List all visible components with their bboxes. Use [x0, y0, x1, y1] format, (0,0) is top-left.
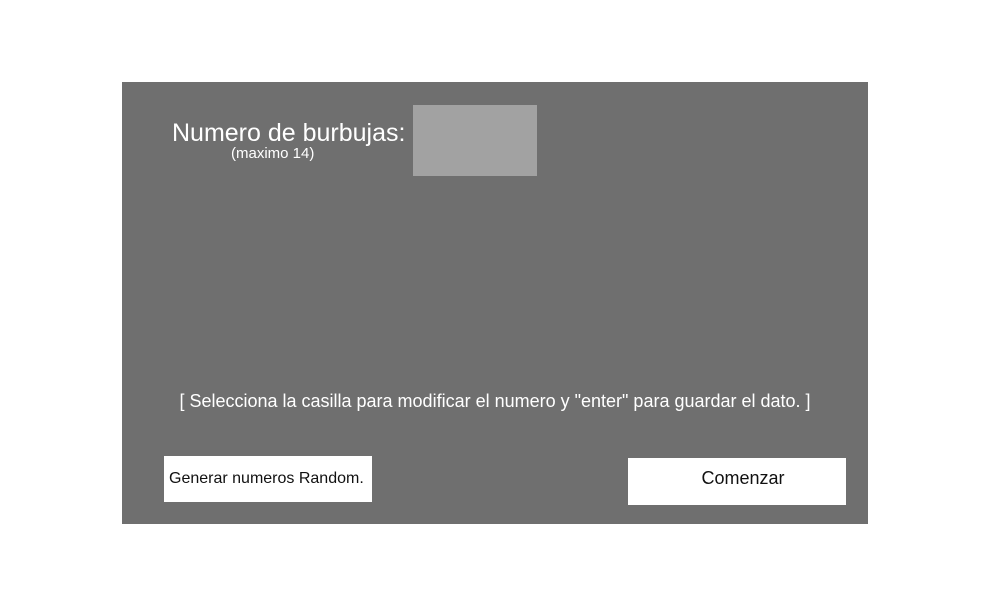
bubble-count-max-hint: (maximo 14) — [231, 145, 315, 162]
bubble-count-label: Numero de burbujas: — [172, 119, 406, 147]
bubble-settings-panel: Numero de burbujas: (maximo 14) [ Selecc… — [122, 82, 868, 524]
start-button[interactable]: Comenzar — [628, 458, 846, 505]
generate-random-button[interactable]: Generar numeros Random. — [164, 456, 372, 502]
bubble-count-input[interactable] — [413, 105, 537, 176]
instructions-text: [ Selecciona la casilla para modificar e… — [179, 391, 811, 411]
app-window: Numero de burbujas: (maximo 14) [ Selecc… — [0, 0, 1000, 600]
